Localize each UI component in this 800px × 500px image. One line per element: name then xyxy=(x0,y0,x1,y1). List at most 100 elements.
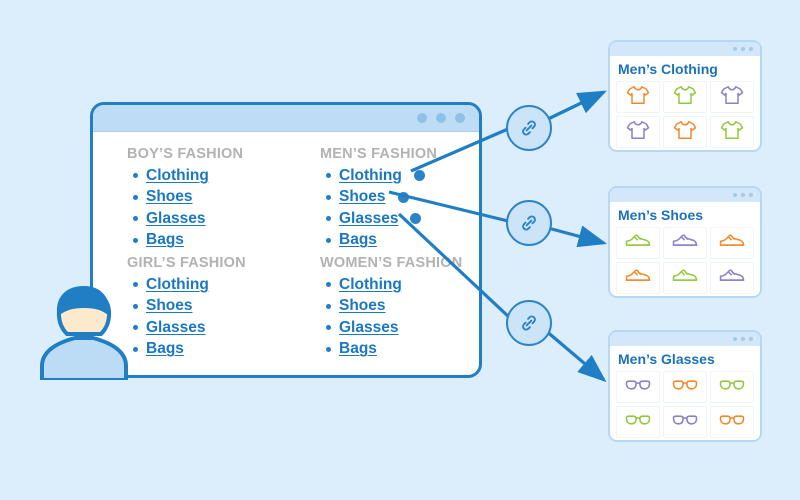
bullet-icon xyxy=(133,346,138,352)
list-item[interactable]: Clothing xyxy=(326,165,479,187)
category-link-clothing[interactable]: Clothing xyxy=(146,167,209,185)
product-tile[interactable] xyxy=(616,406,660,438)
category-block-womens: WOMEN’S FASHION Clothing Shoes Glasses B… xyxy=(320,255,479,360)
window-dot-icon xyxy=(749,337,753,341)
list-item[interactable]: Shoes xyxy=(133,187,286,209)
list-item[interactable]: Bags xyxy=(133,339,286,361)
tshirt-icon xyxy=(720,119,744,146)
window-dot-icon xyxy=(741,193,745,197)
panel-title: Men’s Shoes xyxy=(618,207,704,223)
browser-content: BOY’S FASHION Clothing Shoes Glasses Bag… xyxy=(93,132,479,364)
list-item[interactable]: Bags xyxy=(326,230,479,252)
product-tile[interactable] xyxy=(663,371,707,403)
connector-shoes-out xyxy=(547,225,608,248)
panel-title: Men’s Glasses xyxy=(618,351,715,367)
category-link-bags[interactable]: Bags xyxy=(339,231,377,249)
bullet-icon xyxy=(133,173,138,179)
product-tile[interactable] xyxy=(663,81,707,113)
bullet-icon xyxy=(133,325,138,331)
category-link-bags[interactable]: Bags xyxy=(146,231,184,249)
category-link-glasses[interactable]: Glasses xyxy=(146,319,205,337)
tshirt-icon xyxy=(720,84,744,111)
panel-title-bar xyxy=(610,332,760,346)
category-link-shoes[interactable]: Shoes xyxy=(146,188,193,206)
category-link-list: Clothing Shoes Glasses Bags xyxy=(320,165,479,251)
product-tile[interactable] xyxy=(710,406,754,438)
window-dot-icon xyxy=(741,47,745,51)
list-item[interactable]: Shoes xyxy=(133,296,286,318)
sneaker-icon xyxy=(719,232,745,254)
product-tile[interactable] xyxy=(663,406,707,438)
category-link-clothing[interactable]: Clothing xyxy=(339,167,402,185)
product-tile[interactable] xyxy=(710,81,754,113)
category-link-glasses[interactable]: Glasses xyxy=(339,210,398,228)
panel-title: Men’s Clothing xyxy=(618,61,718,77)
link-badge-shoes[interactable] xyxy=(506,200,552,246)
category-link-bags[interactable]: Bags xyxy=(146,340,184,358)
product-tile-grid xyxy=(610,371,760,440)
product-tile[interactable] xyxy=(710,262,754,294)
bullet-icon xyxy=(133,282,138,288)
category-heading: MEN’S FASHION xyxy=(320,146,437,162)
list-item[interactable]: Bags xyxy=(326,339,479,361)
category-column-right: MEN’S FASHION Clothing Shoes Glasses Bag… xyxy=(286,146,479,364)
diagram-stage: BOY’S FASHION Clothing Shoes Glasses Bag… xyxy=(0,0,800,500)
list-item[interactable]: Bags xyxy=(133,230,286,252)
connector-clothing-out xyxy=(545,90,607,122)
list-item[interactable]: Glasses xyxy=(326,317,479,339)
glasses-icon xyxy=(672,378,698,397)
window-dot-icon[interactable] xyxy=(417,113,427,123)
category-link-glasses[interactable]: Glasses xyxy=(339,319,398,337)
window-dot-icon xyxy=(749,47,753,51)
list-item[interactable]: Glasses xyxy=(133,208,286,230)
category-link-shoes[interactable]: Shoes xyxy=(339,297,386,315)
bullet-icon xyxy=(326,237,331,243)
product-tile[interactable] xyxy=(663,262,707,294)
list-item[interactable]: Glasses xyxy=(133,317,286,339)
category-link-shoes[interactable]: Shoes xyxy=(146,297,193,315)
product-tile[interactable] xyxy=(616,262,660,294)
bullet-icon xyxy=(133,303,138,309)
category-heading: GIRL’S FASHION xyxy=(127,255,246,271)
category-link-list: Clothing Shoes Glasses Bags xyxy=(320,274,479,360)
result-panel-mens-clothing[interactable]: Men’s Clothing xyxy=(608,40,762,152)
glasses-icon xyxy=(625,413,651,432)
tshirt-icon xyxy=(673,84,697,111)
category-link-bags[interactable]: Bags xyxy=(339,340,377,358)
sneaker-icon xyxy=(672,267,698,289)
category-block-mens: MEN’S FASHION Clothing Shoes Glasses Bag… xyxy=(320,146,479,251)
product-tile[interactable] xyxy=(663,116,707,148)
product-tile[interactable] xyxy=(710,116,754,148)
result-panel-mens-glasses[interactable]: Men’s Glasses xyxy=(608,330,762,442)
product-tile[interactable] xyxy=(616,81,660,113)
category-link-clothing[interactable]: Clothing xyxy=(339,276,402,294)
glasses-icon xyxy=(672,413,698,432)
anchor-point-glasses xyxy=(410,213,422,225)
list-item[interactable]: Clothing xyxy=(326,274,479,296)
window-dot-icon xyxy=(749,193,753,197)
window-dot-icon[interactable] xyxy=(436,113,446,123)
category-link-shoes[interactable]: Shoes xyxy=(339,188,386,206)
link-badge-clothing[interactable] xyxy=(506,105,552,151)
product-tile[interactable] xyxy=(710,371,754,403)
browser-title-bar xyxy=(93,105,479,132)
result-panel-mens-shoes[interactable]: Men’s Shoes xyxy=(608,186,762,298)
list-item[interactable]: Shoes xyxy=(326,296,479,318)
tshirt-icon xyxy=(673,119,697,146)
list-item[interactable]: Clothing xyxy=(133,165,286,187)
product-tile[interactable] xyxy=(616,371,660,403)
list-item[interactable]: Shoes xyxy=(326,187,479,209)
category-link-glasses[interactable]: Glasses xyxy=(146,210,205,228)
category-link-list: Clothing Shoes Glasses Bags xyxy=(127,274,286,360)
product-tile[interactable] xyxy=(663,227,707,259)
list-item[interactable]: Clothing xyxy=(133,274,286,296)
main-browser-window: BOY’S FASHION Clothing Shoes Glasses Bag… xyxy=(90,102,482,378)
list-item[interactable]: Glasses xyxy=(326,208,479,230)
product-tile[interactable] xyxy=(616,116,660,148)
product-tile[interactable] xyxy=(710,227,754,259)
product-tile[interactable] xyxy=(616,227,660,259)
window-dot-icon[interactable] xyxy=(455,113,465,123)
category-link-list: Clothing Shoes Glasses Bags xyxy=(127,165,286,251)
category-link-clothing[interactable]: Clothing xyxy=(146,276,209,294)
link-badge-glasses[interactable] xyxy=(506,300,552,346)
